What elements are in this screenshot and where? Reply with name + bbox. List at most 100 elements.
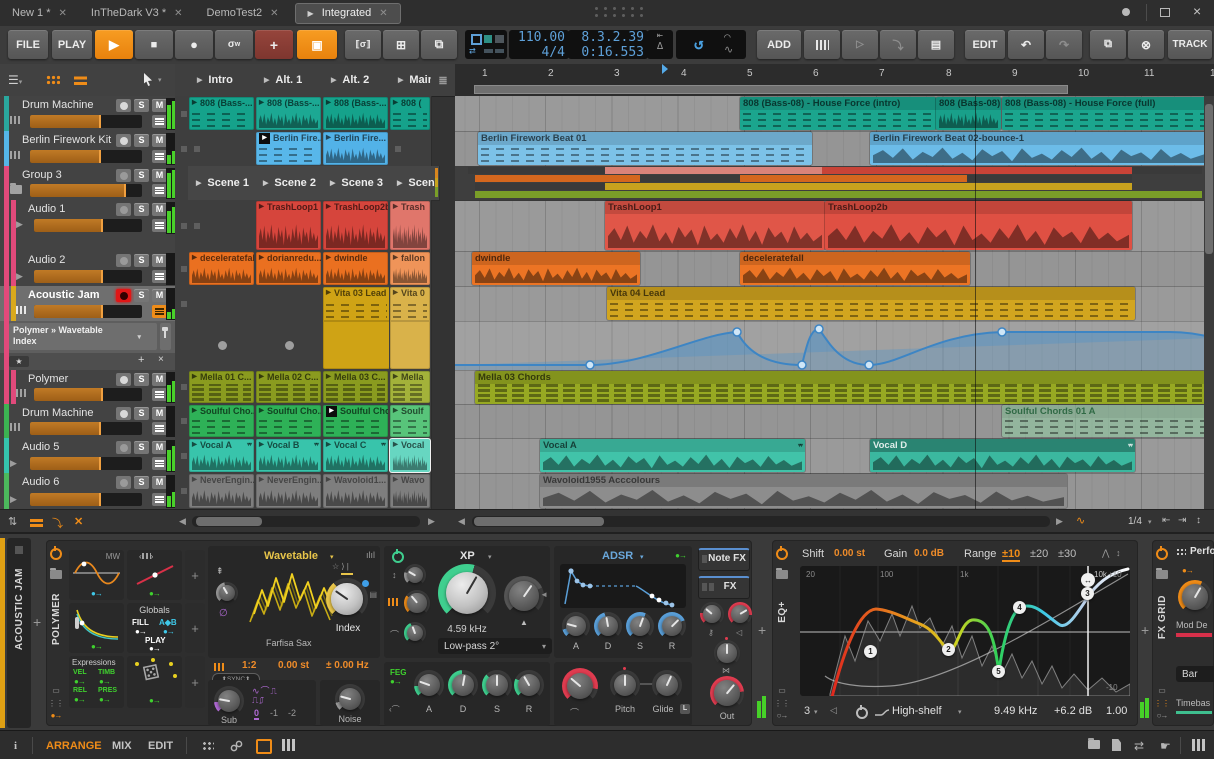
env-type-select[interactable]: ADSR [602, 550, 633, 562]
clip-slot[interactable] [255, 286, 323, 322]
clip-slot[interactable] [188, 286, 256, 322]
zoom-to-selection-icon[interactable]: ⇥ [1178, 515, 1186, 526]
sustain-knob[interactable] [482, 670, 512, 700]
envelope-display[interactable] [560, 564, 686, 608]
chevron-down-icon[interactable]: ▾ [958, 708, 962, 716]
mod-source-icon[interactable]: ●→ [91, 589, 103, 598]
solo-button[interactable]: S [134, 169, 149, 182]
modulator-envelope[interactable]: ●→ [69, 603, 124, 653]
track-row-audio-6[interactable]: Audio 6 S M ▶ [0, 473, 176, 510]
sub-octave-minus1[interactable]: -1 [270, 708, 278, 718]
device-power-icon[interactable] [1156, 546, 1168, 560]
automation-slot[interactable] [255, 321, 323, 371]
track-row-berlin-firework-kit[interactable]: Berlin Firework Kit S M [0, 131, 176, 167]
amp-sustain-knob[interactable] [626, 612, 654, 640]
device-name[interactable]: FX GRID [1157, 595, 1168, 639]
fill-block-icon[interactable] [484, 35, 492, 43]
track-row-drum-machine[interactable]: Drum Machine S M [0, 96, 176, 132]
clip-slot[interactable]: ▶ TrashLoop2b [322, 200, 390, 252]
swap-arrows-icon[interactable]: ⇄ [469, 44, 476, 57]
band-type-select[interactable]: High-shelf [892, 705, 942, 717]
loop-mode-icon[interactable]: ∅ [219, 608, 228, 619]
mod-depth-knob[interactable] [1178, 580, 1212, 614]
clip-slot[interactable]: ▶ Vita 0 [389, 286, 432, 322]
tab-project-2[interactable]: InTheDark V3 * ✕ [79, 0, 195, 26]
unison-mode-icons[interactable]: ☆ ⟩ | [332, 562, 349, 571]
clip-slot[interactable]: ▶ fallon [389, 251, 432, 287]
modulation-icon[interactable]: ●→ [51, 711, 63, 720]
track-name[interactable]: Audio 5 [22, 441, 59, 453]
chevron-down-icon[interactable]: ▾ [158, 76, 162, 84]
scene-header-alt1[interactable]: ▶ Alt. 1 [255, 64, 332, 97]
track-name[interactable]: Audio 1 [28, 203, 65, 215]
fade-in-icon[interactable]: ⌒ [724, 30, 731, 43]
clip-slot[interactable]: ▶ 808 (Bass-... [188, 96, 256, 132]
overdub-button[interactable]: + [255, 30, 293, 59]
device-name[interactable]: EQ+ [777, 601, 788, 623]
transfer-icon[interactable]: ⇄ [1134, 739, 1144, 753]
clip-slot[interactable]: ▶ Soulful Cho... [188, 404, 256, 439]
spread-knob[interactable] [714, 637, 740, 666]
view-arrange-button[interactable]: ARRANGE [46, 740, 102, 752]
mute-button[interactable]: M [152, 373, 167, 386]
track-row-polymer[interactable]: Polymer S M [0, 370, 176, 405]
clip-slot[interactable]: ▶ Berlin Fire... [322, 131, 390, 167]
mod-source-icon[interactable]: ●→ [675, 551, 687, 560]
remote-controls-icon[interactable]: ▭ [52, 686, 60, 695]
clip-slot[interactable]: ▶ Wavoloid1... [322, 473, 390, 510]
track-options-icon[interactable] [152, 115, 167, 128]
cutoff-knob[interactable] [438, 564, 496, 622]
track-options-icon[interactable] [152, 150, 167, 163]
add-modulator-button[interactable]: + [185, 603, 205, 653]
solo-button[interactable]: S [134, 476, 149, 489]
clip-slot[interactable]: ▶ dorianredu... [255, 251, 323, 287]
track-row-audio-2[interactable]: Audio 2 S M ▶ [0, 251, 176, 287]
chevron-down-icon[interactable]: ▾ [488, 553, 492, 561]
automation-slot[interactable] [322, 321, 390, 371]
range-10[interactable]: ±10 [1002, 548, 1021, 562]
block-icon[interactable] [495, 35, 504, 43]
mod-source-icon[interactable]: ●→ [149, 696, 161, 705]
clip-slot[interactable]: ▶ Vocal B ▾▾ [255, 438, 323, 474]
playhead-marker-icon[interactable] [662, 64, 668, 74]
follow-icon[interactable]: ⤵ [52, 515, 63, 531]
device-preset-folder-icon[interactable] [50, 568, 62, 579]
arranger-clip[interactable]: Wavoloid1955 Acccolours [540, 474, 1067, 508]
add-device-icon[interactable]: + [33, 614, 41, 630]
volume-slider[interactable] [30, 150, 142, 163]
snap-grid-value[interactable]: 1/4 [1128, 516, 1142, 527]
env-amount-knob[interactable] [404, 622, 426, 644]
dual-view-icon[interactable]: ⧉ [421, 30, 457, 59]
cutoff-value[interactable]: 4.59 kHz [440, 624, 494, 635]
clip-slot[interactable] [188, 200, 256, 252]
sub-waveform-icons[interactable]: ⎍⎎ [252, 695, 265, 706]
record-arm-button[interactable] [116, 441, 131, 454]
position-display[interactable]: 8.3.2.39 0:16.553 [568, 30, 648, 60]
scene-header-intro[interactable]: ▶ Intro [188, 64, 265, 97]
keytrack-knob[interactable] [404, 590, 430, 616]
clip-slot-playing[interactable]: ▶Soulful Cho... [322, 404, 390, 439]
mute-button[interactable]: M [152, 476, 167, 489]
drive-knob[interactable] [404, 564, 426, 586]
scene-header-alt2[interactable]: ▶ Alt. 2 [322, 64, 399, 97]
close-lanes-icon[interactable]: × [158, 354, 164, 365]
track-list-menu-icon[interactable]: ☰▾ [8, 73, 22, 87]
band-freq-value[interactable]: 9.49 kHz [994, 705, 1037, 717]
device-preset-folder-icon[interactable] [776, 568, 788, 579]
mute-button[interactable]: M [152, 203, 167, 216]
sub-octave-0[interactable]: 0 [254, 708, 260, 720]
device-power-icon[interactable] [776, 546, 788, 560]
arranger-hscrollbar[interactable] [472, 516, 1050, 527]
solo-button[interactable]: S [134, 99, 149, 112]
play-button[interactable]: ▶ [95, 30, 133, 59]
automation-curve[interactable] [455, 321, 1214, 370]
tab-project-1[interactable]: New 1 * ✕ [0, 0, 79, 26]
tempo-display[interactable]: 110.00 4/4 [509, 30, 569, 60]
track-row-audio-5[interactable]: Audio 5 S M ▶ [0, 438, 176, 474]
eq-band-handle-3[interactable]: 3 [1081, 587, 1094, 600]
info-icon[interactable]: i [14, 740, 17, 752]
group-scene-slot[interactable]: ▶ Scen [389, 166, 440, 201]
modulator-random[interactable]: ⚄ ●→ [127, 656, 182, 708]
arranger-clip[interactable]: Vocal D ▾▾ [870, 439, 1135, 472]
arranger-clip[interactable]: 808 (Bass-08) - House Force (full) [1002, 97, 1212, 130]
